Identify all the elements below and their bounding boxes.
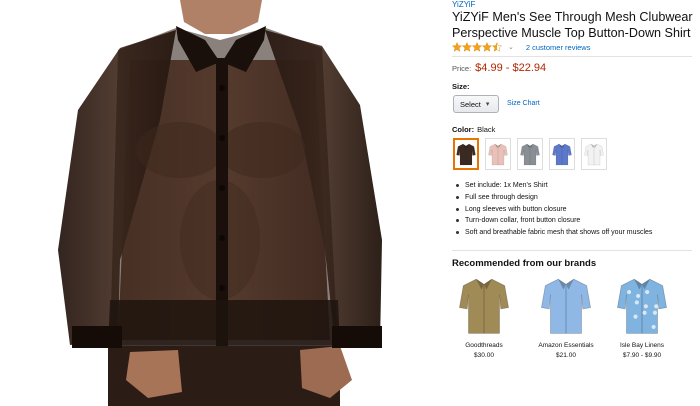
star-icon (472, 42, 482, 52)
star-icon (482, 42, 492, 52)
divider (452, 56, 692, 57)
feature-bullet-text: Long sleeves with button closure (465, 205, 567, 213)
star-icon (452, 42, 462, 52)
shirt-thumbnail-icon (520, 143, 540, 166)
color-swatches (453, 138, 607, 170)
color-label: Color: (452, 125, 475, 134)
chevron-down-icon: ▾ (485, 101, 490, 108)
shirt-thumbnail-icon (488, 143, 508, 166)
main-product-image[interactable] (0, 0, 440, 406)
price-label: Price: (452, 64, 472, 73)
size-dropdown[interactable]: Select ▾ (453, 95, 499, 113)
recommended-item-brand[interactable]: Amazon Essentials (534, 342, 598, 349)
star-rating[interactable] (452, 42, 502, 52)
feature-bullet-text: Turn-down collar, front button closure (465, 217, 581, 225)
recommended-item-price: $30.00 (474, 352, 494, 359)
olive-shirt-icon (459, 278, 509, 334)
mesh-shirt-photo (58, 0, 382, 406)
star-icon (462, 42, 472, 52)
recommended-item-brand[interactable]: Isle Bay Linens (610, 342, 674, 349)
bullet-dot-icon (456, 207, 459, 211)
size-label: Size: (452, 82, 470, 91)
price-row: Price: $4.99 - $22.94 (452, 62, 546, 74)
divider (452, 250, 692, 251)
product-details: YiZYiF YiZYiF Men's See Through Mesh Clu… (452, 0, 698, 406)
feature-bullet: Soft and breathable fabric mesh that sho… (456, 227, 696, 239)
feature-bullet: Set include: 1x Men's Shirt (456, 180, 696, 192)
recommended-item-price: $21.00 (556, 352, 576, 359)
bullet-dot-icon (456, 219, 459, 223)
color-swatch-gray[interactable] (517, 138, 543, 170)
color-swatch-blue[interactable] (549, 138, 575, 170)
shirt-thumbnail-icon (456, 143, 476, 166)
chevron-down-icon[interactable]: ⌄ (508, 43, 514, 51)
bullet-dot-icon (456, 231, 459, 235)
rating-row: ⌄ 2 customer reviews (452, 42, 590, 52)
feature-bullets: Set include: 1x Men's Shirt Full see thro… (456, 180, 696, 239)
feature-bullet-text: Soft and breathable fabric mesh that sho… (465, 229, 653, 237)
feature-bullet: Full see through design (456, 192, 696, 204)
half-star-icon (492, 42, 502, 52)
color-swatch-black[interactable] (453, 138, 479, 170)
color-value: Black (477, 125, 496, 134)
blue-shirt-icon (541, 278, 591, 334)
recommended-item[interactable]: Goodthreads $30.00 (452, 274, 516, 359)
bullet-dot-icon (456, 184, 459, 187)
color-row: Color: Black (452, 125, 495, 134)
feature-bullet-text: Full see through design (465, 193, 538, 201)
size-chart-link[interactable]: Size Chart (507, 100, 540, 107)
customer-reviews-link[interactable]: 2 customer reviews (526, 43, 591, 52)
feature-bullet-text: Set include: 1x Men's Shirt (465, 182, 548, 189)
product-title: YiZYiF Men's See Through Mesh Clubwear P… (452, 10, 693, 40)
color-swatch-white[interactable] (581, 138, 607, 170)
shirt-thumbnail-icon (552, 143, 572, 166)
size-dropdown-value: Select (460, 99, 481, 109)
recommended-item[interactable]: Isle Bay Linens $7.90 - $9.90 (610, 274, 674, 359)
price-value: $4.99 - $22.94 (475, 62, 547, 74)
recommended-item-price: $7.90 - $9.90 (622, 352, 662, 359)
recommended-heading: Recommended from our brands (452, 258, 597, 269)
recommended-item[interactable]: Amazon Essentials $21.00 (534, 274, 598, 359)
printed-shirt-icon (617, 278, 667, 334)
color-swatch-pink[interactable] (485, 138, 511, 170)
feature-bullet: Turn-down collar, front button closure (456, 215, 696, 227)
recommended-item-brand[interactable]: Goodthreads (452, 342, 516, 349)
bullet-dot-icon (456, 195, 459, 199)
feature-bullet: Long sleeves with button closure (456, 204, 696, 216)
shirt-thumbnail-icon (584, 143, 604, 166)
brand-link[interactable]: YiZYiF (452, 0, 475, 9)
